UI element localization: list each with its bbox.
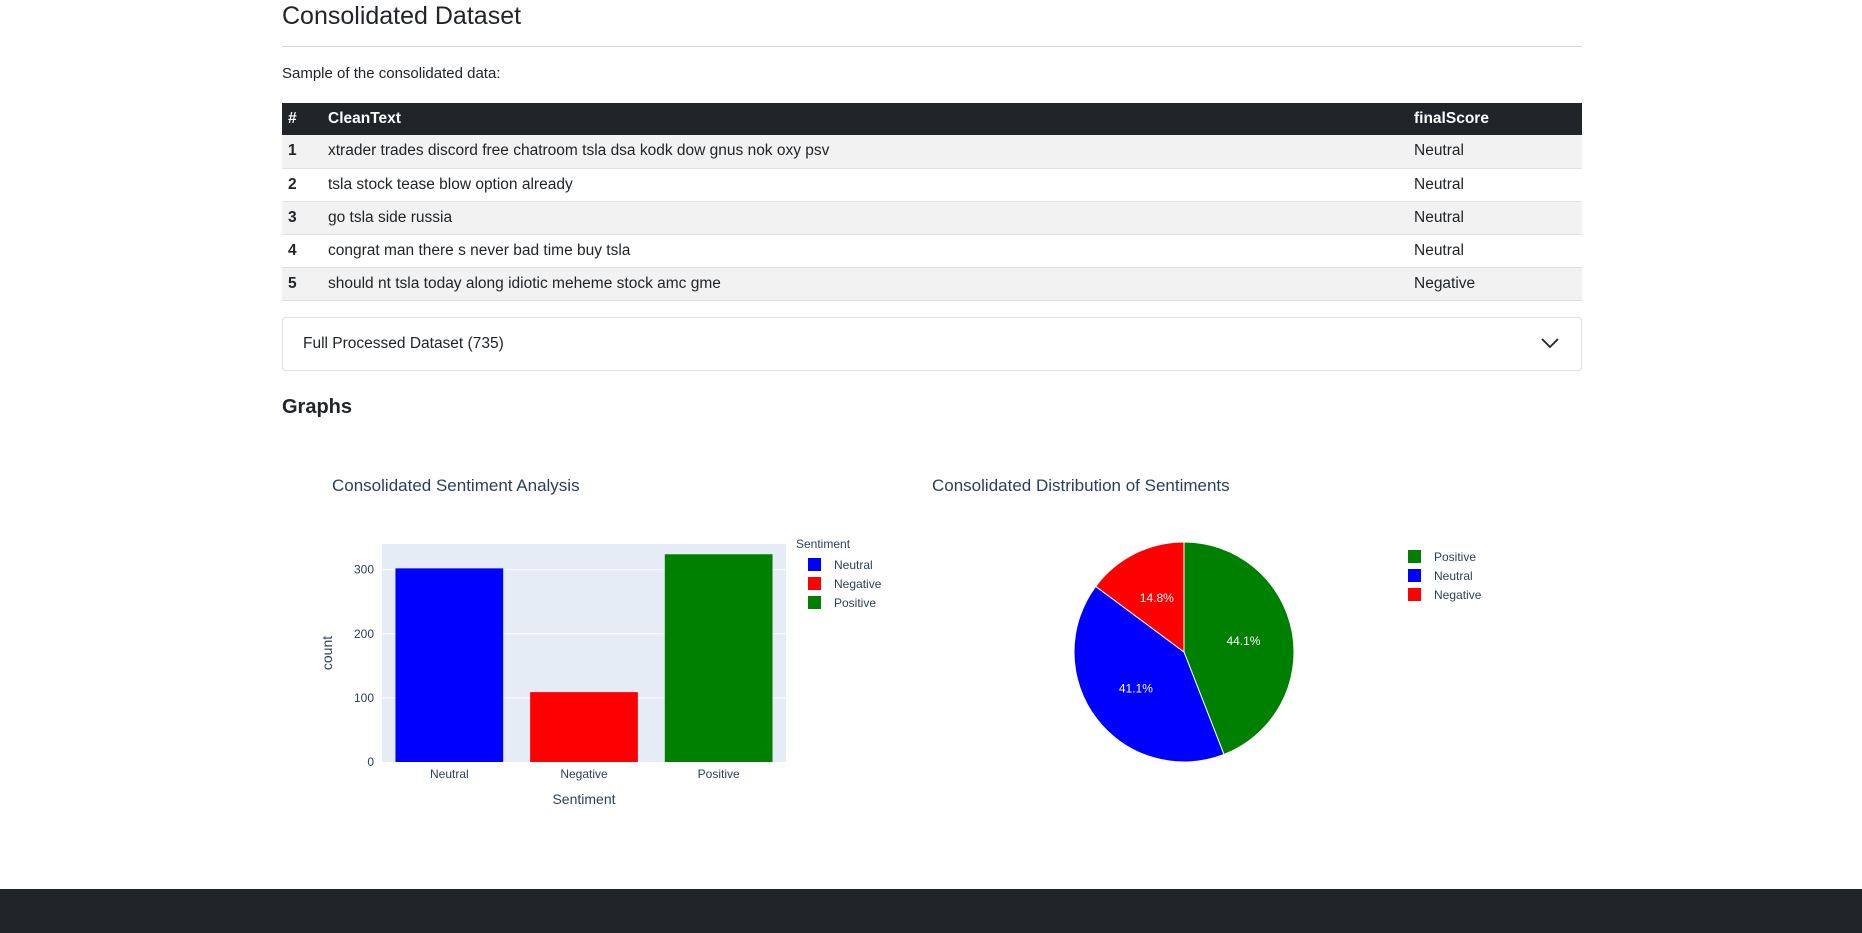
x-axis-label: Sentiment [552, 791, 615, 807]
y-axis-label: count [319, 636, 335, 670]
bar-chart-title: Consolidated Sentiment Analysis [332, 476, 580, 495]
legend-swatch [808, 577, 821, 590]
row-final-score: Negative [1414, 274, 1476, 292]
pie-chart: 44.1% 41.1% 14.8% Positive Neutral Negative [1073, 541, 1482, 763]
row-final-score: Neutral [1414, 142, 1464, 160]
column-header-finalscore: finalScore [1414, 110, 1489, 127]
y-tick-label: 100 [354, 691, 374, 705]
legend-swatch [1408, 550, 1421, 563]
pie-slice-label: 44.1% [1226, 634, 1260, 648]
table-row: 5 should nt tsla today along idiotic meh… [282, 267, 1582, 300]
sample-label: Sample of the consolidated data: [282, 65, 501, 82]
sample-table: # CleanText finalScore 1 xtrader trades … [282, 103, 1582, 301]
bar-negative [530, 692, 638, 762]
row-clean-text: xtrader trades discord free chatroom tsl… [328, 142, 830, 160]
column-header-index: # [288, 110, 297, 127]
pie-slice-label: 14.8% [1140, 591, 1174, 605]
divider [282, 46, 1582, 47]
legend-swatch [1408, 588, 1421, 601]
full-dataset-accordion-toggle[interactable]: Full Processed Dataset (735) [282, 317, 1582, 371]
legend-label: Neutral [834, 558, 873, 572]
y-tick-label: 0 [367, 755, 374, 769]
legend-title: Sentiment [796, 537, 851, 551]
y-tick-label: 300 [354, 563, 374, 577]
table-row: 3 go tsla side russia Neutral [282, 201, 1582, 234]
pie-slice-label: 41.1% [1119, 682, 1153, 696]
bar-positive [664, 554, 773, 762]
x-tick-label: Positive [698, 767, 740, 781]
row-clean-text: tsla stock tease blow option already [328, 175, 573, 193]
chevron-down-icon[interactable] [1539, 334, 1561, 352]
row-clean-text: congrat man there s never bad time buy t… [328, 241, 631, 259]
row-clean-text: go tsla side russia [328, 208, 453, 226]
row-index: 3 [288, 208, 297, 226]
page-footer [0, 889, 1862, 933]
legend-label: Positive [1434, 550, 1476, 564]
y-tick-label: 200 [354, 627, 374, 641]
row-clean-text: should nt tsla today along idiotic mehem… [328, 274, 721, 292]
x-tick-label: Negative [560, 767, 608, 781]
row-index: 1 [288, 142, 297, 160]
legend-label: Negative [1434, 588, 1482, 602]
row-index: 4 [288, 241, 297, 259]
x-tick-label: Neutral [430, 767, 469, 781]
legend-label: Positive [834, 596, 876, 610]
legend-swatch [808, 596, 821, 609]
bar-neutral [395, 568, 504, 762]
graphs-heading: Graphs [282, 396, 353, 418]
row-index: 2 [288, 175, 297, 193]
legend-label: Negative [834, 577, 882, 591]
table-row: 1 xtrader trades discord free chatroom t… [282, 135, 1582, 168]
table-header-row: # CleanText finalScore [282, 103, 1582, 135]
legend-swatch [1408, 569, 1421, 582]
accordion-label: Full Processed Dataset (735) [303, 335, 504, 352]
row-final-score: Neutral [1414, 208, 1464, 226]
table-row: 4 congrat man there s never bad time buy… [282, 234, 1582, 267]
bar-chart: 0 100 200 300 Neutral Negative Positive Sentime… [319, 537, 882, 807]
legend-swatch [808, 558, 821, 571]
row-final-score: Neutral [1414, 241, 1464, 259]
page-title: Consolidated Dataset [282, 2, 522, 30]
row-index: 5 [288, 274, 297, 292]
row-final-score: Neutral [1414, 175, 1464, 193]
table-row: 2 tsla stock tease blow option already N… [282, 168, 1582, 201]
column-header-cleantext: CleanText [328, 110, 401, 127]
legend-label: Neutral [1434, 569, 1473, 583]
pie-chart-title: Consolidated Distribution of Sentiments [932, 476, 1230, 495]
